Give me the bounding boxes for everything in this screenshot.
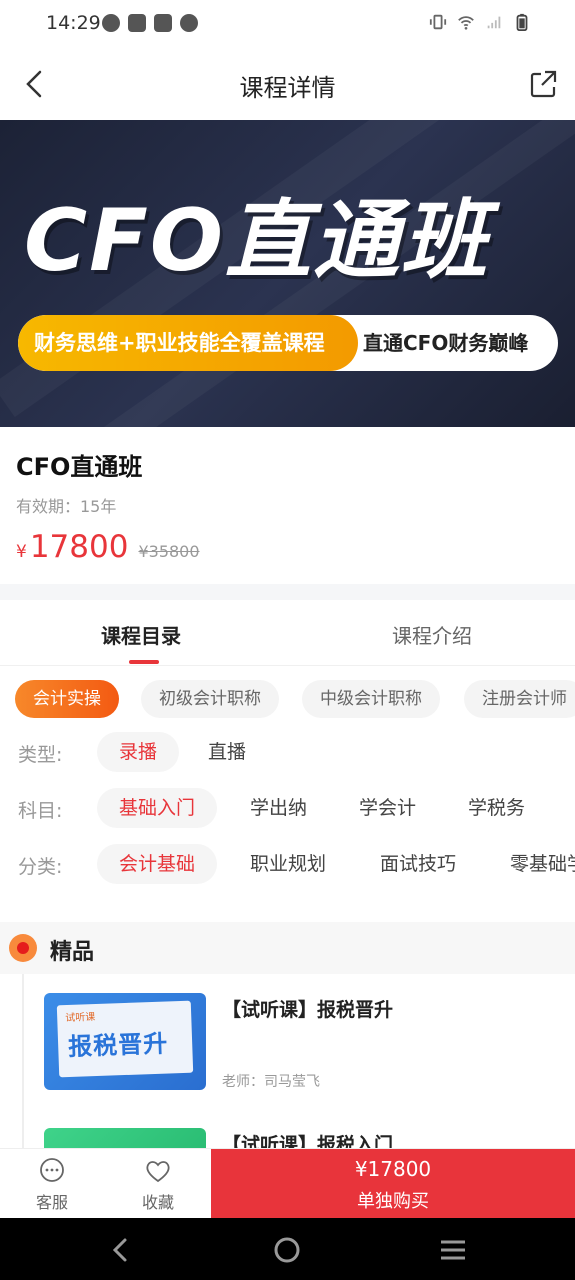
system-recents-icon[interactable] xyxy=(437,1234,469,1266)
tab-catalog[interactable]: 课程目录 xyxy=(101,620,181,649)
section-divider xyxy=(0,584,575,600)
system-status-icons xyxy=(429,12,531,32)
course-name: CFO直通班 xyxy=(16,453,143,481)
favorite-button[interactable]: 收藏 xyxy=(106,1149,210,1219)
course-thumbnail xyxy=(44,1128,206,1148)
signal-icon xyxy=(487,16,501,29)
system-home-icon[interactable] xyxy=(271,1234,303,1266)
section-header: 精品 xyxy=(0,922,575,974)
tab-active-indicator xyxy=(129,660,159,664)
banner-slogan-right: 直通CFO财务巅峰 xyxy=(363,331,529,355)
course-banner: CFO直通班 财务思维+职业技能全覆盖课程 直通CFO财务巅峰 xyxy=(0,120,575,427)
notification-app-icon xyxy=(102,14,120,32)
notification-shield-icon xyxy=(180,14,198,32)
filter-label: 分类: xyxy=(18,856,63,878)
status-bar: 14:29 xyxy=(0,0,575,48)
tab-bar: 课程目录 课程介绍 xyxy=(0,600,575,666)
course-list-item[interactable]: 试听课 报税晋升 【试听课】报税晋升 老师：司马莹飞 xyxy=(0,993,575,1123)
course-info: CFO直通班 有效期：15年 ¥ 17800 ¥35800 xyxy=(0,427,575,584)
heart-icon xyxy=(146,1161,170,1183)
current-price: 17800 xyxy=(29,529,129,565)
filter-option[interactable]: 会计基础 xyxy=(97,844,218,884)
filter-subject: 科目: 基础入门 学出纳 学会计 学税务 xyxy=(0,788,575,832)
course-thumbnail: 试听课 报税晋升 xyxy=(44,993,206,1090)
filter-option[interactable]: 学税务 xyxy=(446,788,547,828)
course-item-title: 【试听课】报税入门 xyxy=(222,1134,394,1148)
filter-type: 类型: 录播 直播 xyxy=(0,732,575,776)
filter-option[interactable]: 面试技巧 xyxy=(358,844,478,884)
price-row: ¥ 17800 ¥35800 xyxy=(16,529,200,565)
filter-option[interactable]: 学出纳 xyxy=(228,788,329,828)
filter-option[interactable]: 录播 xyxy=(97,732,180,772)
category-chip[interactable]: 注册会计师 xyxy=(464,680,575,718)
original-price: ¥35800 xyxy=(138,542,200,561)
filter-option[interactable]: 直播 xyxy=(186,732,268,772)
vibrate-icon xyxy=(429,14,447,30)
buy-button[interactable]: ¥17800 单独购买 xyxy=(211,1149,575,1219)
battery-icon xyxy=(516,13,528,31)
banner-slogan: 财务思维+职业技能全覆盖课程 直通CFO财务巅峰 xyxy=(18,315,558,371)
nav-bar: 课程详情 xyxy=(0,48,575,120)
notification-icons xyxy=(102,14,198,32)
category-chip[interactable]: 中级会计职称 xyxy=(302,680,440,718)
favorite-label: 收藏 xyxy=(141,1193,174,1212)
share-icon[interactable] xyxy=(525,66,561,102)
notification-mail-icon xyxy=(128,14,146,32)
category-chip[interactable]: 会计实操 xyxy=(15,680,119,718)
wifi-icon xyxy=(458,16,474,30)
chat-icon xyxy=(40,1158,64,1182)
filter-option[interactable]: 基础入门 xyxy=(97,788,218,828)
course-validity: 有效期：15年 xyxy=(16,497,117,516)
filter-option[interactable]: 职业规划 xyxy=(228,844,348,884)
category-chips: 会计实操 初级会计职称 中级会计职称 注册会计师 xyxy=(0,672,575,728)
section-dot-icon xyxy=(9,934,37,962)
thumbnail-tag: 试听课 xyxy=(65,1012,96,1025)
thumbnail-text: 报税晋升 xyxy=(67,1029,169,1061)
thumbnail-card: 试听课 报税晋升 xyxy=(56,1000,194,1078)
category-chip[interactable]: 初级会计职称 xyxy=(141,680,279,718)
buy-label: 单独购买 xyxy=(357,1191,429,1212)
price-currency: ¥ xyxy=(16,542,27,562)
filter-option[interactable]: 零基础学 xyxy=(488,844,575,884)
status-time: 14:29 xyxy=(46,12,101,34)
buy-price: ¥17800 xyxy=(354,1157,432,1181)
customer-service-label: 客服 xyxy=(35,1193,68,1212)
system-back-icon[interactable] xyxy=(105,1234,137,1266)
bottom-action-bar: 客服 收藏 ¥17800 单独购买 xyxy=(0,1148,575,1219)
course-item-teacher: 老师：司马莹飞 xyxy=(222,1074,320,1090)
banner-slogan-left: 财务思维+职业技能全覆盖课程 xyxy=(18,315,358,371)
course-list-item[interactable]: 【试听课】报税入门 xyxy=(0,1128,575,1148)
filter-classify: 分类: 会计基础 职业规划 面试技巧 零基础学 xyxy=(0,844,575,888)
course-item-title: 【试听课】报税晋升 xyxy=(222,999,394,1021)
system-navigation-bar xyxy=(0,1218,575,1280)
filter-label: 科目: xyxy=(18,800,63,822)
notification-mail-icon xyxy=(154,14,172,32)
section-title: 精品 xyxy=(50,940,95,965)
filter-option[interactable]: 学会计 xyxy=(337,788,438,828)
filter-label: 类型: xyxy=(18,744,63,766)
customer-service-button[interactable]: 客服 xyxy=(0,1149,104,1219)
tab-introduction[interactable]: 课程介绍 xyxy=(392,620,472,649)
banner-title: CFO直通班 xyxy=(24,191,489,291)
page-title: 课程详情 xyxy=(239,74,336,102)
